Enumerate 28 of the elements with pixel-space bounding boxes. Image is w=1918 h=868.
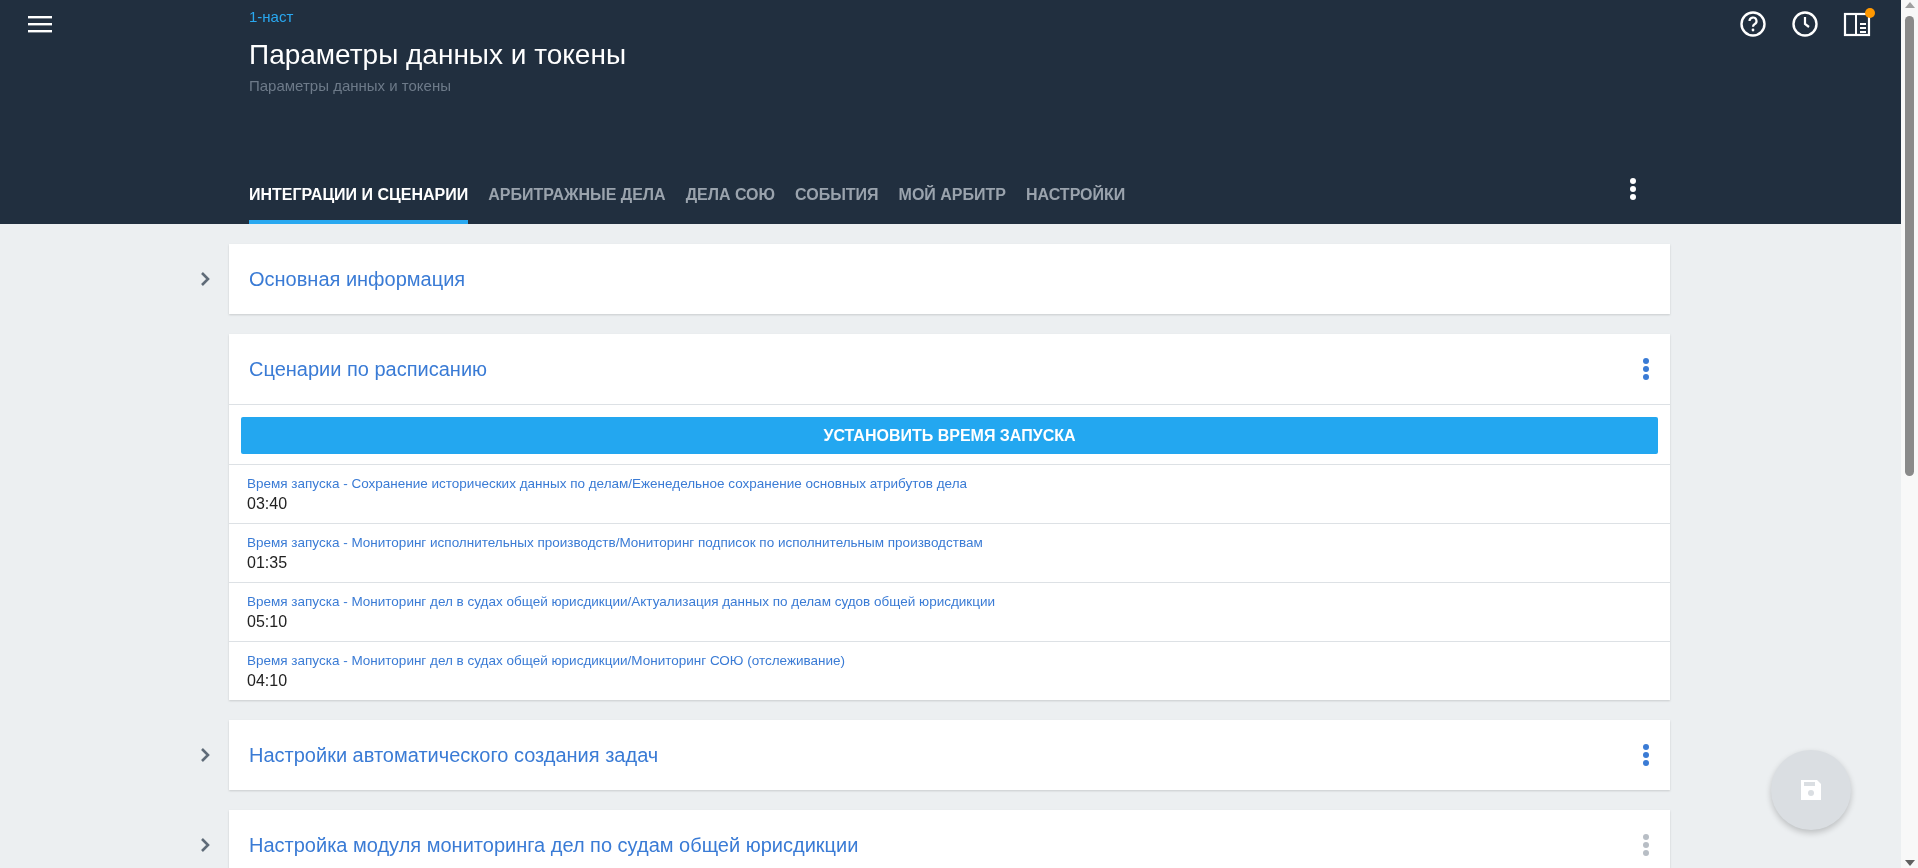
page-title: Параметры данных и токены xyxy=(249,39,627,71)
scroll-down-icon[interactable] xyxy=(1903,858,1916,868)
field-label: Время запуска - Мониторинг дел в судах общей юрисдикции/Актуализация данных по делам судов общей юрисдикции xyxy=(247,594,997,609)
menu-icon xyxy=(28,15,52,33)
tab[interactable]: ИНТЕГРАЦИИ И СЦЕНАРИИ xyxy=(249,186,469,224)
section-title[interactable]: Сценарии по расписанию xyxy=(249,357,1642,381)
page-subtitle: Параметры данных и токены xyxy=(249,77,452,94)
scroll-up-icon[interactable] xyxy=(1903,0,1916,10)
tab[interactable]: АРБИТРАЖНЫЕ ДЕЛА xyxy=(488,186,666,224)
field-label: Время запуска - Мониторинг исполнительных производств/Мониторинг подписок по исполнительным производствам xyxy=(247,535,984,550)
breadcrumb-link[interactable]: 1-наст xyxy=(249,8,294,25)
field-value: 03:40 xyxy=(247,495,289,513)
tab[interactable]: ДЕЛА СОЮ xyxy=(685,186,776,224)
section-title[interactable]: Настройки автоматического создания задач xyxy=(249,743,1642,767)
field-value: 04:10 xyxy=(247,672,289,690)
section-title[interactable]: Основная информация xyxy=(249,267,1650,291)
help-icon[interactable] xyxy=(1739,10,1767,38)
field-label: Время запуска - Мониторинг дел в судах общей юрисдикции/Мониторинг СОЮ (отслеживание) xyxy=(247,653,847,668)
field-value: 01:35 xyxy=(247,554,289,572)
tab[interactable]: СОБЫТИЯ xyxy=(795,186,879,224)
field-label: Время запуска - Сохранение исторических данных по делам/Еженедельное сохранение основных атрибутов дела xyxy=(247,476,969,491)
section-title[interactable]: Настройка модуля мониторинга дел по судам общей юрисдикции xyxy=(249,833,1642,857)
tab[interactable]: НАСТРОЙКИ xyxy=(1026,186,1126,224)
tab[interactable]: МОЙ АРБИТР xyxy=(898,186,1006,224)
scrollbar[interactable] xyxy=(1901,0,1918,868)
field-value: 05:10 xyxy=(247,613,289,631)
clock-icon[interactable] xyxy=(1791,10,1819,38)
set-time-button[interactable]: УСТАНОВИТЬ ВРЕМЯ ЗАПУСКА xyxy=(241,417,1658,454)
